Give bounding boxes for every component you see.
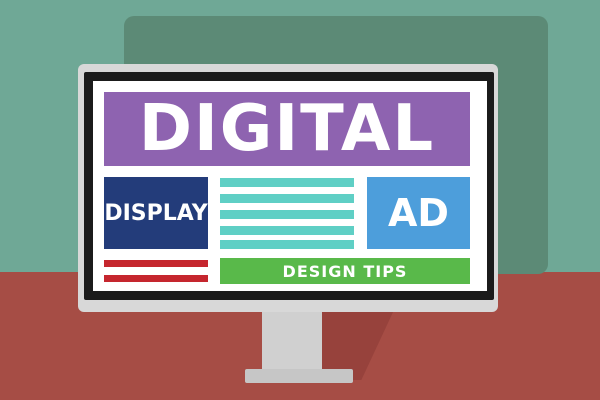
display-box: DISPLAY	[104, 177, 208, 249]
teal-stripe	[220, 210, 354, 219]
teal-stripe	[220, 240, 354, 249]
title-digital: DIGITAL	[104, 92, 470, 166]
red-line	[104, 275, 208, 282]
ad-box: AD	[367, 177, 470, 249]
teal-stripe	[220, 178, 354, 187]
red-line	[104, 260, 208, 267]
teal-stripe	[220, 226, 354, 235]
monitor-stand-neck	[262, 311, 322, 373]
monitor-stand-base	[245, 369, 353, 383]
teal-stripe	[220, 194, 354, 203]
design-tips-bar: DESIGN TIPS	[220, 258, 470, 284]
